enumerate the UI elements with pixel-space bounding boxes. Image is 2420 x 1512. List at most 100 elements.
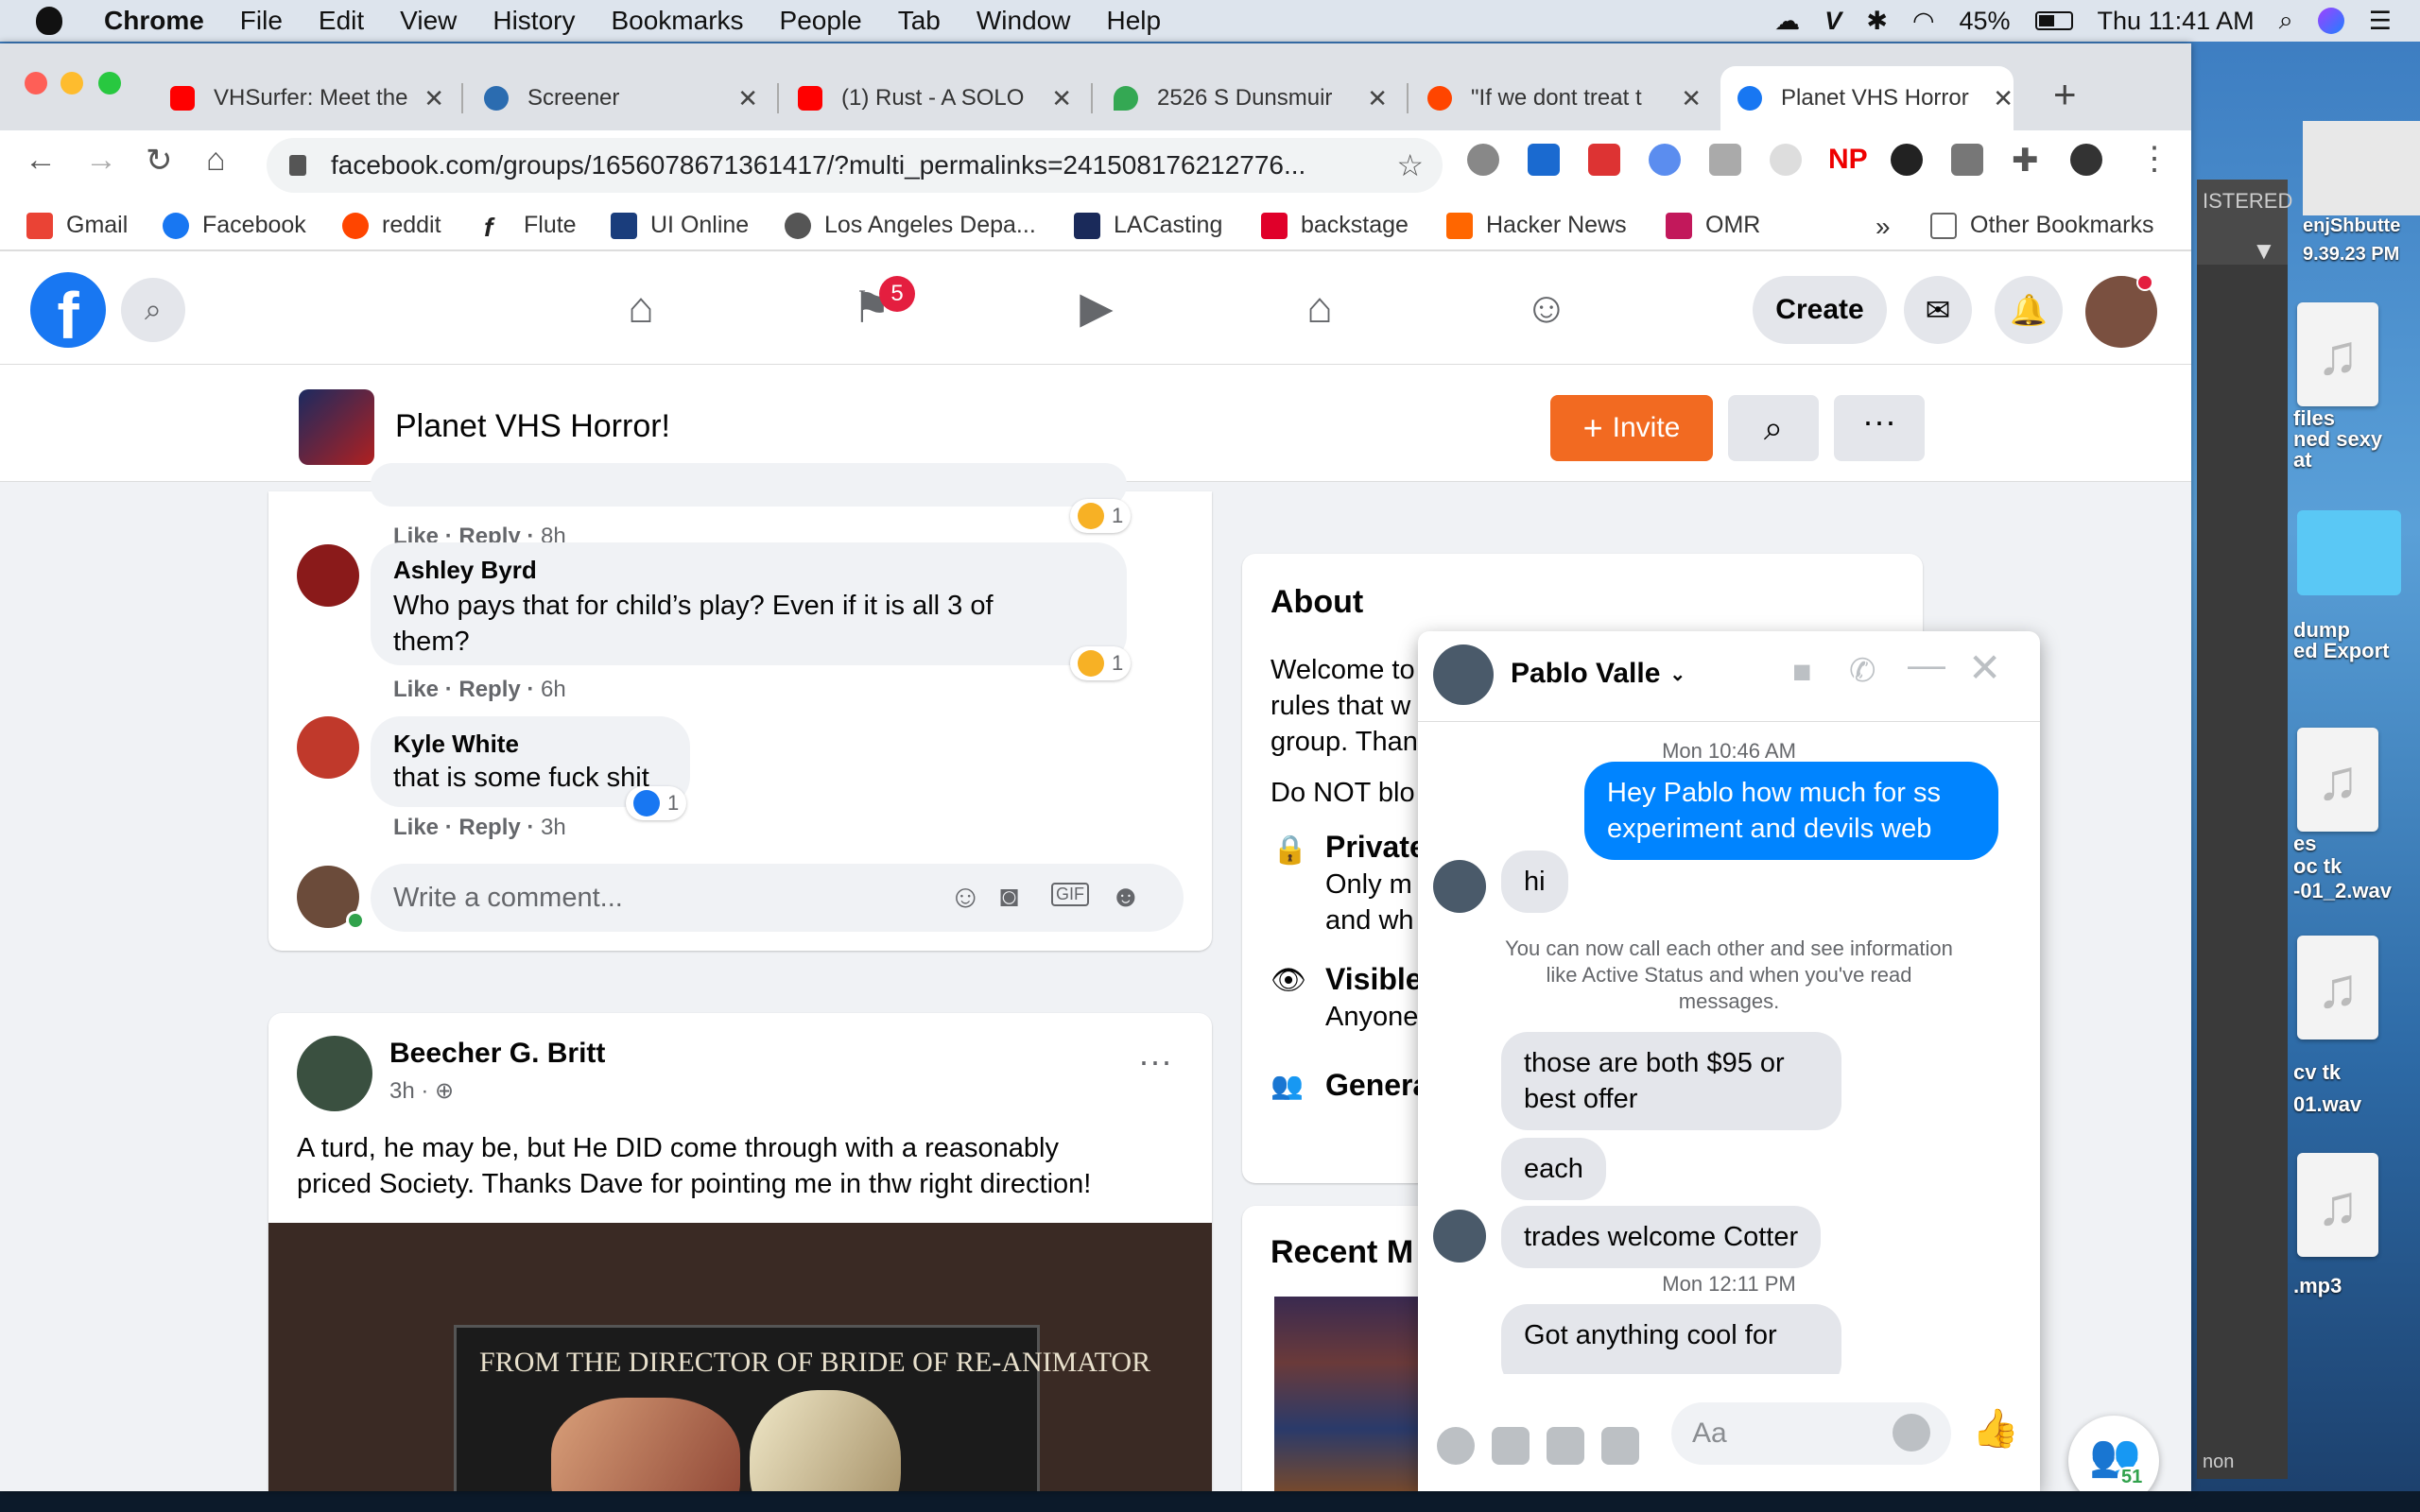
camera-icon[interactable]: ◙ xyxy=(1000,879,1018,914)
audio-file-icon[interactable]: ♫ xyxy=(2297,936,2378,1040)
menu-window[interactable]: Window xyxy=(977,6,1071,36)
address-bar[interactable]: facebook.com/groups/1656078671361417/?mu… xyxy=(267,138,1443,193)
post-time[interactable]: 3h · ⊕ xyxy=(389,1077,454,1105)
notification-center-icon[interactable]: ☰ xyxy=(2369,7,2392,36)
chat-contact-name-button[interactable]: Pablo Valle ⌄ xyxy=(1511,658,1685,690)
tab-screener[interactable]: Screener ✕ xyxy=(484,66,758,130)
thumbs-up-icon[interactable]: 👍 xyxy=(1972,1406,2019,1451)
invite-button[interactable]: + Invite xyxy=(1550,395,1713,461)
bookmark-hacker-news[interactable]: Hacker News xyxy=(1446,212,1627,239)
bookmark-omr[interactable]: OMR xyxy=(1666,212,1760,239)
video-call-icon[interactable]: ■ xyxy=(1792,654,1812,691)
groups-icon[interactable]: ☺ xyxy=(1520,282,1573,335)
sticker-icon[interactable] xyxy=(1547,1427,1584,1465)
minimize-window-button[interactable] xyxy=(60,72,83,94)
bookmark-facebook[interactable]: Facebook xyxy=(163,212,306,239)
close-tab-icon[interactable]: ✕ xyxy=(1993,84,2014,113)
close-tab-icon[interactable]: ✕ xyxy=(424,84,444,113)
like-link[interactable]: Like xyxy=(393,677,439,702)
bookmark-la-department[interactable]: Los Angeles Depa... xyxy=(785,212,1036,239)
add-attachment-icon[interactable] xyxy=(1437,1427,1475,1465)
reaction-count[interactable]: 1 xyxy=(1070,646,1132,680)
post-photo[interactable]: FROM THE DIRECTOR OF BRIDE OF RE-ANIMATO… xyxy=(268,1223,1212,1491)
address-url[interactable]: facebook.com/groups/1656078671361417/?mu… xyxy=(331,150,1305,180)
commenter-name[interactable]: Ashley Byrd xyxy=(393,556,537,585)
commenter-avatar[interactable] xyxy=(297,716,359,779)
close-tab-icon[interactable]: ✕ xyxy=(737,84,758,113)
code-extension-icon[interactable] xyxy=(1951,144,1983,176)
chrome-menu-icon[interactable]: ⋮ xyxy=(2138,140,2170,178)
tab-maps[interactable]: 2526 S Dunsmuir ✕ xyxy=(1114,66,1388,130)
emoji-icon[interactable] xyxy=(1893,1414,1930,1452)
extensions-puzzle-icon[interactable]: ✚ xyxy=(2012,142,2039,180)
menu-history[interactable]: History xyxy=(493,6,575,36)
bookmark-lacasting[interactable]: LACasting xyxy=(1074,212,1222,239)
post-options-icon[interactable]: ··· xyxy=(1138,1041,1172,1081)
minimize-chat-icon[interactable]: — xyxy=(1908,644,1945,687)
adblock-plus-icon[interactable] xyxy=(1467,144,1499,176)
audio-file-icon[interactable]: ♫ xyxy=(2297,1153,2378,1257)
watch-icon[interactable]: ▶ xyxy=(1070,282,1123,335)
tab-reddit[interactable]: "If we dont treat t ✕ xyxy=(1427,66,1702,130)
phone-call-icon[interactable]: ✆ xyxy=(1849,652,1876,690)
tab-planet-vhs-horror[interactable]: Planet VHS Horror ✕ xyxy=(1720,66,2014,130)
extension-icon[interactable] xyxy=(1649,144,1681,176)
close-tab-icon[interactable]: ✕ xyxy=(1051,84,1072,113)
back-icon[interactable]: ← xyxy=(25,142,57,179)
photo-icon[interactable] xyxy=(1492,1427,1530,1465)
menu-tab[interactable]: Tab xyxy=(898,6,941,36)
contacts-button[interactable]: 👥 51 xyxy=(2068,1416,2159,1491)
bookmark-backstage[interactable]: backstage xyxy=(1261,212,1409,239)
post-author[interactable]: Beecher G. Britt xyxy=(389,1038,605,1070)
create-button[interactable]: Create xyxy=(1753,276,1887,344)
spotlight-search-icon[interactable]: ⌕ xyxy=(2279,6,2293,36)
sync-extension-icon[interactable] xyxy=(1891,144,1923,176)
bookmark-gmail[interactable]: Gmail xyxy=(26,212,128,239)
gif-icon[interactable]: GIF xyxy=(1051,883,1089,906)
media-thumbnail[interactable] xyxy=(1274,1297,1439,1491)
vpn-icon[interactable]: V xyxy=(1824,7,1841,36)
more-options-icon[interactable]: ··· xyxy=(1834,395,1925,461)
close-tab-icon[interactable]: ✕ xyxy=(1367,84,1388,113)
maximize-window-button[interactable] xyxy=(98,72,121,94)
menu-help[interactable]: Help xyxy=(1106,6,1161,36)
menu-edit[interactable]: Edit xyxy=(319,6,364,36)
home-icon[interactable]: ⌂ xyxy=(614,282,667,335)
tab-rust[interactable]: (1) Rust - A SOLO ✕ xyxy=(798,66,1072,130)
bookmark-flute[interactable]: f Flute xyxy=(484,212,577,242)
chat-contact-avatar[interactable] xyxy=(1433,644,1494,705)
sticker-icon[interactable]: ☻ xyxy=(1110,879,1142,914)
reply-link[interactable]: Reply xyxy=(458,815,520,840)
close-window-button[interactable] xyxy=(25,72,47,94)
messenger-icon[interactable]: ✉ xyxy=(1904,276,1972,344)
commenter-name[interactable]: Kyle White xyxy=(393,730,519,759)
menubar-clock[interactable]: Thu 11:41 AM xyxy=(2098,7,2255,36)
group-search-icon[interactable]: ⌕ xyxy=(1728,395,1819,461)
apple-icon[interactable] xyxy=(36,7,62,35)
comment-input[interactable]: Write a comment... ☺ ◙ GIF ☻ xyxy=(371,864,1184,932)
np-extension-icon[interactable]: NP xyxy=(1828,144,1868,176)
notifications-bell-icon[interactable]: 🔔 xyxy=(1995,276,2063,344)
bookmarks-overflow-button[interactable]: » xyxy=(1876,212,1891,242)
compass-extension-icon[interactable] xyxy=(1528,144,1560,176)
facebook-logo-icon[interactable]: f xyxy=(30,272,106,348)
other-bookmarks[interactable]: Other Bookmarks xyxy=(1930,212,2154,239)
marketplace-icon[interactable]: ⌂ xyxy=(1293,282,1346,335)
bookmark-ui-online[interactable]: UI Online xyxy=(611,212,749,239)
new-tab-icon[interactable]: + xyxy=(2053,72,2077,117)
battery-icon[interactable] xyxy=(2034,11,2073,30)
audio-file-icon[interactable]: ♫ xyxy=(2297,302,2378,406)
wifi-icon[interactable]: ◠ xyxy=(1912,7,1935,36)
reaction-count[interactable]: 1 xyxy=(626,786,687,820)
forward-icon[interactable]: → xyxy=(85,142,117,179)
group-avatar[interactable] xyxy=(299,389,374,465)
reload-icon[interactable]: ↻ xyxy=(146,142,173,180)
commenter-avatar[interactable] xyxy=(297,544,359,607)
reaction-count[interactable]: 1 xyxy=(1070,499,1132,533)
reply-link[interactable]: Reply xyxy=(458,677,520,702)
like-link[interactable]: Like xyxy=(393,815,439,840)
close-chat-icon[interactable]: ✕ xyxy=(1968,644,2001,691)
message-input[interactable]: Aa xyxy=(1671,1402,1951,1465)
bluetooth-icon[interactable]: ✱ xyxy=(1866,7,1888,36)
menu-app-name[interactable]: Chrome xyxy=(104,6,204,36)
